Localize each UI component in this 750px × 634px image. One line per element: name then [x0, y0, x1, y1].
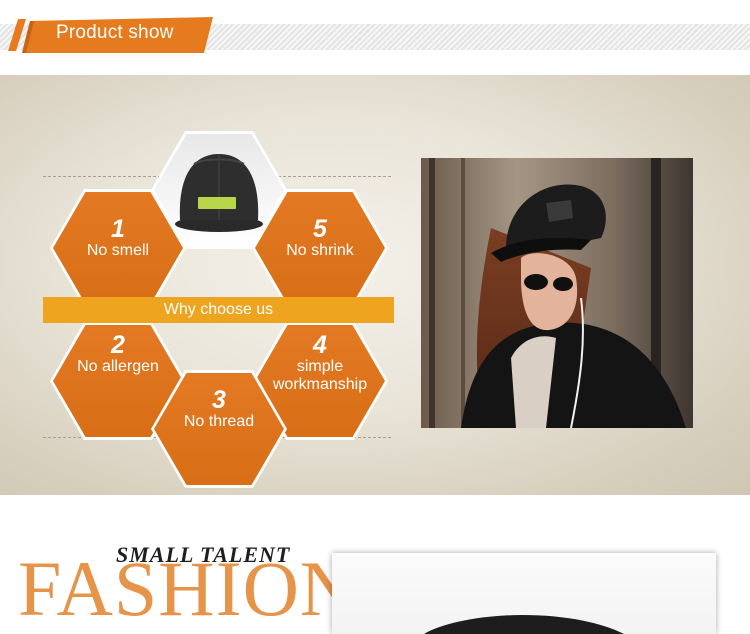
fashion-product-photo [332, 553, 716, 634]
model-photo-image [421, 158, 693, 428]
feature-label: No allergen [77, 358, 159, 375]
feature-label: No shrink [286, 242, 354, 259]
header-title: Product show [56, 22, 174, 43]
feature-number: 4 [313, 331, 327, 359]
feature-number: 3 [212, 386, 226, 414]
cap-top-icon [424, 615, 624, 634]
feature-label: No smell [86, 242, 150, 259]
feature-banner: 1 No smell 5 No shrink 2 No allergen 4 s… [0, 75, 750, 495]
feature-number: 5 [313, 215, 327, 243]
feature-number: 1 [111, 215, 125, 243]
feature-number: 2 [111, 331, 125, 359]
why-choose-us-band: Why choose us [43, 297, 394, 323]
feature-label: No thread [183, 413, 255, 430]
feature-label-line1: simple [296, 358, 344, 375]
model-photo [421, 158, 693, 428]
feature-label-line2: workmanship [272, 376, 368, 393]
fashion-heading: FASHION [18, 545, 358, 632]
